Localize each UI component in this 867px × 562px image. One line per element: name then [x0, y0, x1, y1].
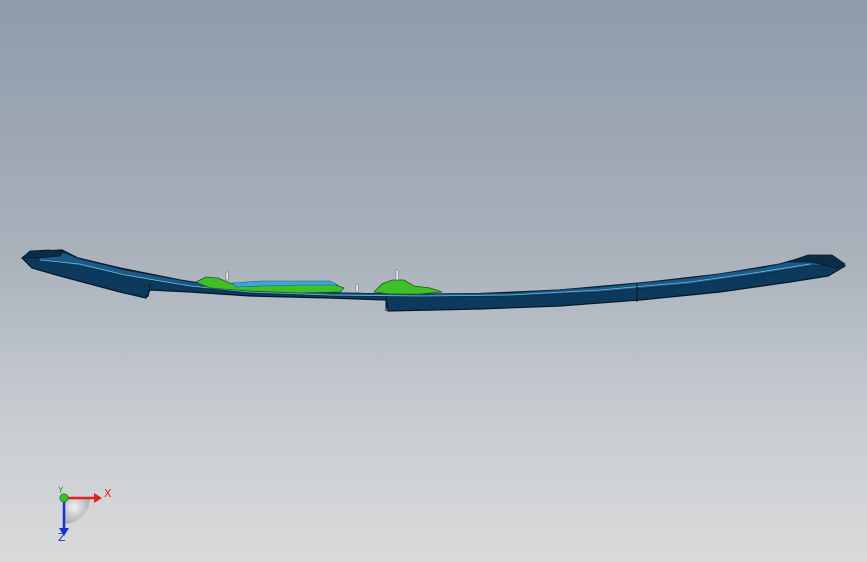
x-axis-arrow-icon: [94, 493, 102, 503]
y-axis-label: Y: [58, 486, 64, 496]
z-axis-label: Z: [58, 531, 66, 544]
reference-triad: X Y Z: [44, 482, 124, 548]
pin-left: [225, 271, 229, 281]
triad-graphic: [59, 493, 102, 536]
3d-model-view[interactable]: [0, 0, 867, 562]
part-body[interactable]: [21, 249, 847, 312]
x-axis-label: X: [104, 487, 112, 500]
pin-middle: [355, 283, 359, 293]
feature-green-bump[interactable]: [373, 279, 443, 295]
pin-right: [395, 269, 399, 281]
graphics-viewport[interactable]: X Y Z: [0, 0, 867, 562]
